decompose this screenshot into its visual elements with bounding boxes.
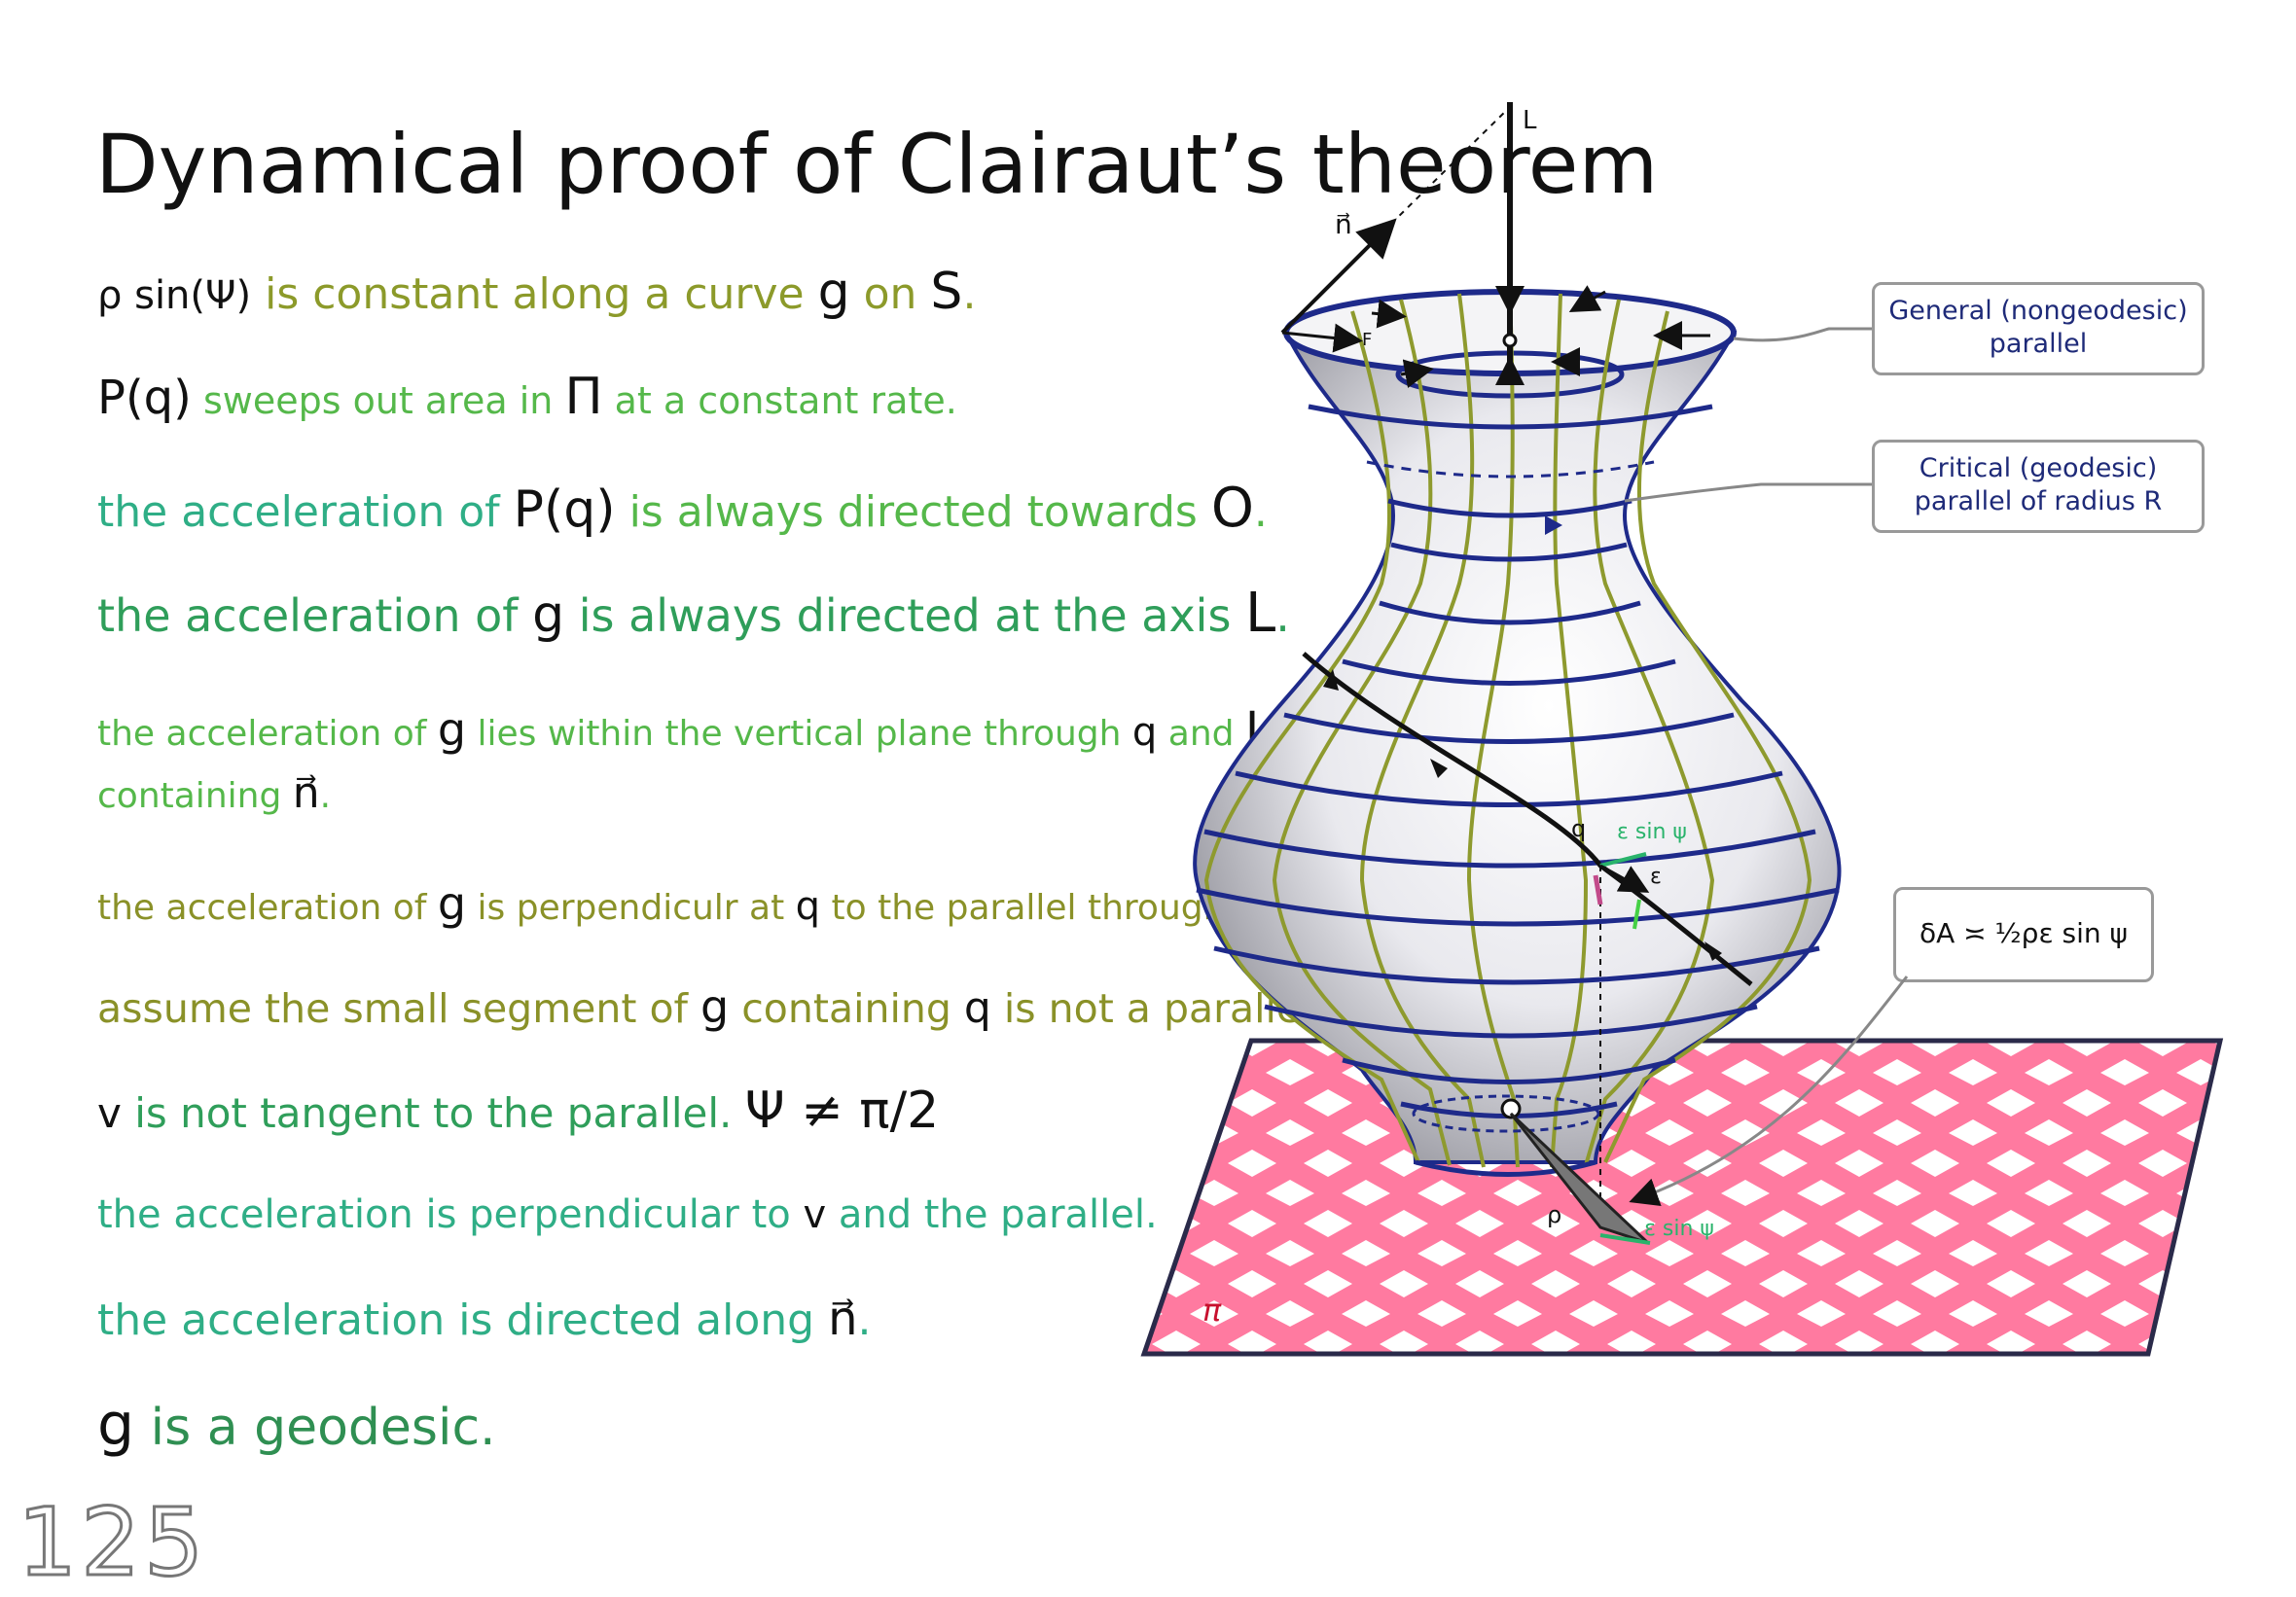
dashed-to-axis: [1390, 106, 1511, 225]
axis-point: [1502, 333, 1518, 348]
plane-pi: [1140, 1038, 2224, 1357]
label-normal-n: n⃗: [1335, 208, 1352, 240]
label-plane-pi: π: [1202, 1292, 1222, 1329]
label-eps-sin-psi: ε sin ψ: [1617, 820, 1687, 844]
connector-general: [1733, 327, 1872, 342]
label-epsilon: ε: [1650, 865, 1662, 889]
connector-critical: [1624, 482, 1872, 503]
label-q: q: [1571, 815, 1586, 842]
label-rho: ρ: [1547, 1201, 1561, 1228]
label-axis-l: L: [1523, 106, 1537, 135]
vase-diagram: L n⃗ F q ε sin ψ ε ρ ε sin ψ π: [1140, 102, 2224, 1357]
label-plane-eps-sin-psi: ε sin ψ: [1644, 1217, 1714, 1241]
label-force-f: F: [1362, 330, 1372, 350]
